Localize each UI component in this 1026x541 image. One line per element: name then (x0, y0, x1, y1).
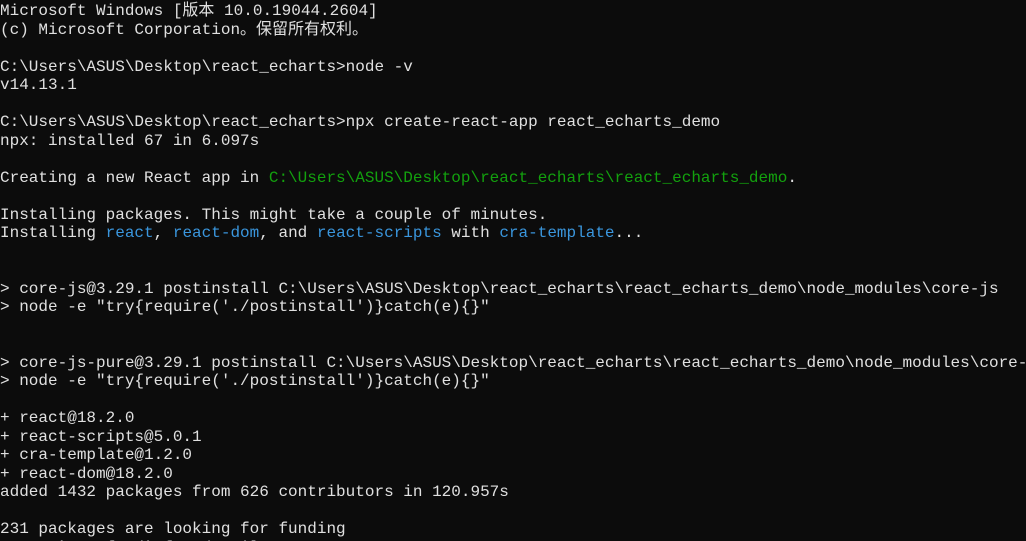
npx-installed: npx: installed 67 in 6.097s (0, 132, 259, 150)
command-npx-cra: npx create-react-app react_echarts_demo (346, 113, 720, 131)
corejs-pure-cmd: > node -e "try{require('./postinstall')}… (0, 372, 490, 390)
added-pkg-react: + react@18.2.0 (0, 409, 134, 427)
banner-line-2: (c) Microsoft Corporation。保留所有权利。 (0, 21, 368, 39)
added-pkg-cra-template: + cra-template@1.2.0 (0, 446, 192, 464)
pkg-react-scripts: react-scripts (317, 224, 442, 242)
added-summary: added 1432 packages from 626 contributor… (0, 483, 509, 501)
creating-path: C:\Users\ASUS\Desktop\react_echarts\reac… (269, 169, 787, 187)
node-version: v14.13.1 (0, 76, 77, 94)
terminal-output[interactable]: Microsoft Windows [版本 10.0.19044.2604] (… (0, 0, 1026, 541)
creating-prefix: Creating a new React app in (0, 169, 269, 187)
prompt: C:\Users\ASUS\Desktop\react_echarts> (0, 113, 346, 131)
pkg-react: react (106, 224, 154, 242)
corejs-postinstall: > core-js@3.29.1 postinstall C:\Users\AS… (0, 280, 999, 298)
installing-packages: Installing packages. This might take a c… (0, 206, 547, 224)
banner-line-1: Microsoft Windows [版本 10.0.19044.2604] (0, 2, 378, 20)
added-pkg-react-dom: + react-dom@18.2.0 (0, 465, 173, 483)
pkg-react-dom: react-dom (173, 224, 259, 242)
prompt: C:\Users\ASUS\Desktop\react_echarts> (0, 58, 346, 76)
added-pkg-react-scripts: + react-scripts@5.0.1 (0, 428, 202, 446)
corejs-pure-postinstall: > core-js-pure@3.29.1 postinstall C:\Use… (0, 354, 1026, 372)
period: . (787, 169, 797, 187)
funding-line-1: 231 packages are looking for funding (0, 520, 346, 538)
installing-prefix: Installing (0, 224, 106, 242)
corejs-cmd: > node -e "try{require('./postinstall')}… (0, 298, 490, 316)
cra-template: cra-template (499, 224, 614, 242)
command-node-v: node -v (346, 58, 413, 76)
